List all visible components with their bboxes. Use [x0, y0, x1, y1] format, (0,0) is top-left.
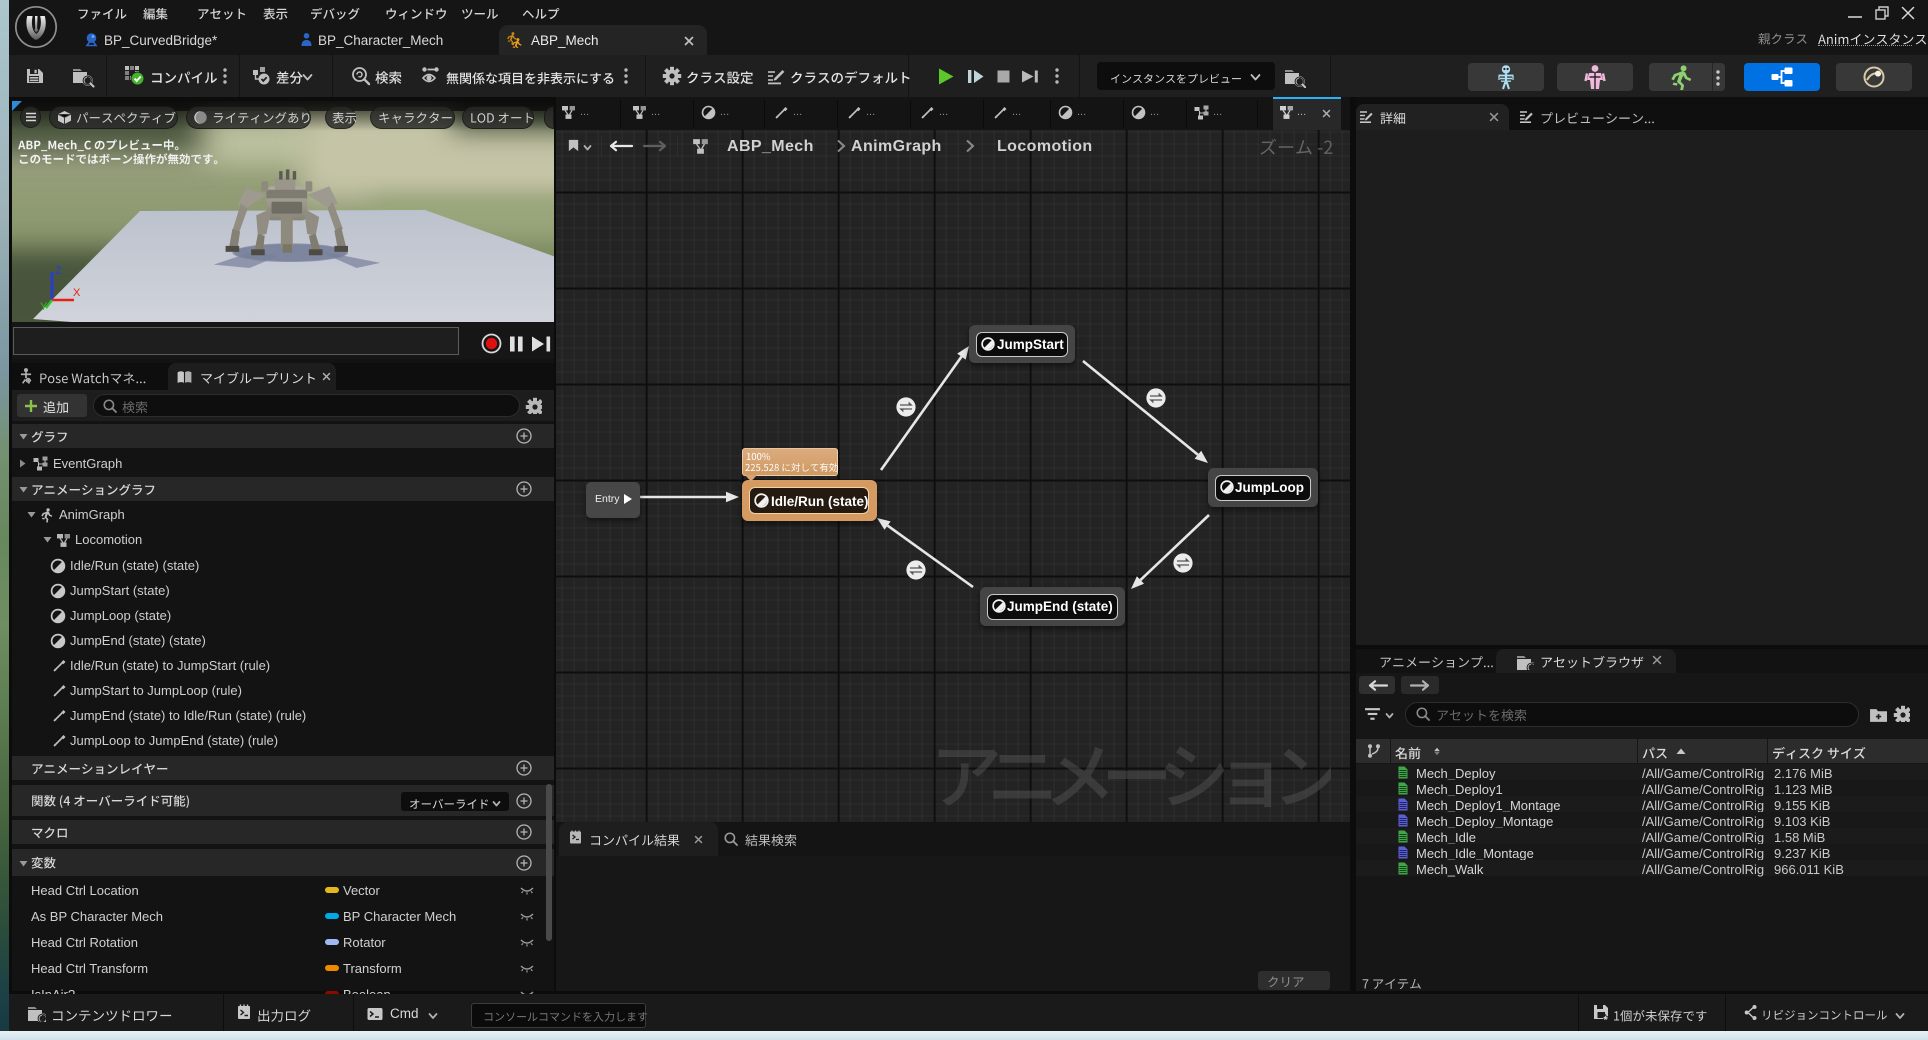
svg-text:Y: Y	[40, 301, 48, 310]
svg-text:X: X	[73, 287, 80, 299]
svg-text:Z: Z	[55, 265, 62, 277]
